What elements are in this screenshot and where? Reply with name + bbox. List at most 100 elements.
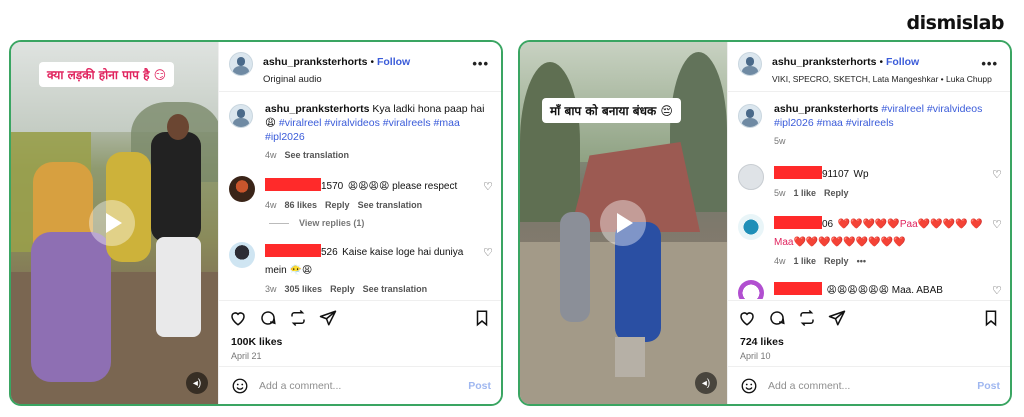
play-icon[interactable] (600, 200, 646, 246)
comment-icon[interactable] (768, 309, 786, 327)
post-caption: ashu_pranksterhorts #viralreel #viralvid… (728, 94, 1010, 146)
post-panel: ashu_pranksterhorts • Follow Original audi… (218, 42, 501, 404)
comment-text: 😩😩😩😩 please respect (347, 181, 458, 192)
avatar[interactable] (738, 104, 762, 128)
commenter-avatar[interactable] (229, 176, 255, 202)
video-thumbnail[interactable]: माँ बाप को बनाया बंधक 😔 ◂) (520, 42, 727, 404)
caption-hashtags[interactable]: #viralreel #viralvideos #viralreels #maa… (265, 117, 460, 143)
post-date: April 10 (740, 351, 771, 361)
comment-username-suffix: 1570 (321, 181, 344, 192)
caption-username[interactable]: ashu_pranksterhorts (774, 103, 878, 115)
more-options-icon[interactable]: ••• (981, 56, 998, 71)
reply-button[interactable]: Reply (330, 284, 355, 294)
emoji-icon[interactable] (740, 377, 758, 395)
comment: 526 Kaise kaise loge hai duniya mein 😶‍🌫… (219, 234, 501, 294)
video-thumbnail[interactable]: क्या लड़की होना पाप है 😏 ◂) (11, 42, 218, 404)
heart-icon[interactable]: ♡ (992, 170, 1002, 181)
author-username[interactable]: ashu_pranksterhorts (263, 56, 367, 68)
avatar[interactable] (738, 52, 762, 76)
audio-label[interactable]: VIKI, SPECRO, SKETCH, Lata Mangeshkar • … (772, 74, 998, 84)
reply-button[interactable]: Reply (824, 188, 849, 198)
comment-input[interactable]: Add a comment... (259, 380, 341, 392)
separator: • (879, 57, 883, 68)
comment-likes[interactable]: 1 like (794, 256, 817, 266)
heart-icon[interactable]: ♡ (992, 286, 1002, 297)
avatar[interactable] (229, 104, 253, 128)
redacted-username (774, 166, 822, 180)
likes-count[interactable]: 100K likes (231, 336, 282, 348)
post-button[interactable]: Post (977, 380, 1000, 392)
comment-icon[interactable] (259, 309, 277, 327)
follow-button[interactable]: Follow (886, 56, 919, 68)
brand-logo: dismislab (906, 12, 1005, 34)
heart-icon[interactable]: ♡ (992, 220, 1002, 231)
comments-feed[interactable]: ashu_pranksterhorts #viralreel #viralvid… (728, 94, 1010, 299)
author-username[interactable]: ashu_pranksterhorts (772, 56, 876, 68)
comment-time: 5w (774, 188, 786, 198)
add-comment-bar: Add a comment... Post (728, 366, 1010, 404)
comment-text: Wp (853, 169, 869, 180)
commenter-avatar[interactable] (738, 280, 764, 299)
post-time: 4w (265, 150, 277, 160)
redacted-username (265, 178, 321, 192)
post-card-1: क्या लड़की होना पाप है 😏 ◂) ashu_prankst… (9, 40, 503, 406)
action-bar (219, 300, 501, 330)
video-caption: क्या लड़की होना पाप है 😏 (39, 62, 175, 87)
audio-label[interactable]: Original audio (263, 74, 489, 85)
see-translation-link[interactable]: See translation (285, 150, 350, 160)
reply-button[interactable]: Reply (824, 256, 849, 266)
like-icon[interactable] (229, 309, 247, 327)
post-card-2: माँ बाप को बनाया बंधक 😔 ◂) ashu_prankste… (518, 40, 1012, 406)
commenter-avatar[interactable] (738, 164, 764, 190)
separator: • (370, 57, 374, 68)
comment-input[interactable]: Add a comment... (768, 380, 850, 392)
see-translation-link[interactable]: See translation (363, 284, 428, 294)
play-icon[interactable] (89, 200, 135, 246)
post-caption: ashu_pranksterhorts Kya ladki hona paap … (219, 94, 501, 160)
comments-feed[interactable]: ashu_pranksterhorts Kya ladki hona paap … (219, 94, 501, 299)
view-replies[interactable]: View replies (1) (269, 218, 501, 228)
redacted-username (774, 282, 822, 296)
comment-likes[interactable]: 1 like (794, 188, 817, 198)
repost-icon[interactable] (289, 309, 307, 327)
post-header: ashu_pranksterhorts • Follow VIKI, SPECRO,… (728, 42, 1010, 92)
redacted-username (774, 216, 822, 230)
action-bar (728, 300, 1010, 330)
post-date: April 21 (231, 351, 262, 361)
heart-icon[interactable]: ♡ (483, 248, 493, 259)
comment: 😩😩😩😩😩😩 Maa. ABAB ♡ (728, 272, 1010, 299)
like-icon[interactable] (738, 309, 756, 327)
share-icon[interactable] (828, 309, 846, 327)
sound-icon[interactable]: ◂) (186, 372, 208, 394)
heart-icon[interactable]: ♡ (483, 182, 493, 193)
comment-text: 😩😩😩😩😩😩 Maa. ABAB (826, 285, 943, 296)
share-icon[interactable] (319, 309, 337, 327)
emoji-icon[interactable] (231, 377, 249, 395)
comment-time: 4w (265, 200, 277, 210)
follow-button[interactable]: Follow (377, 56, 410, 68)
commenter-avatar[interactable] (738, 214, 764, 240)
sound-icon[interactable]: ◂) (695, 372, 717, 394)
avatar[interactable] (229, 52, 253, 76)
comment: 1570 😩😩😩😩 please respect 4w 86 likes Reply… (219, 168, 501, 210)
comment-likes[interactable]: 86 likes (285, 200, 318, 210)
more-options-icon[interactable]: ••• (857, 256, 866, 266)
post-button[interactable]: Post (468, 380, 491, 392)
comment-likes[interactable]: 305 likes (285, 284, 323, 294)
comment: 06 ❤️❤️❤️❤️❤️Paa❤️❤️❤️❤️ ❤️Maa❤️❤️❤️❤️❤️… (728, 206, 1010, 266)
see-translation-link[interactable]: See translation (358, 200, 423, 210)
save-icon[interactable] (982, 309, 1000, 327)
comment-username-suffix: 06 (822, 219, 834, 230)
more-options-icon[interactable]: ••• (472, 56, 489, 71)
redacted-username (265, 244, 321, 258)
comment-username-suffix: 526 (321, 247, 338, 258)
commenter-avatar[interactable] (229, 242, 255, 268)
save-icon[interactable] (473, 309, 491, 327)
post-panel: ashu_pranksterhorts • Follow VIKI, SPECRO,… (727, 42, 1010, 404)
video-caption: माँ बाप को बनाया बंधक 😔 (542, 98, 681, 123)
caption-username[interactable]: ashu_pranksterhorts (265, 103, 369, 115)
reply-button[interactable]: Reply (325, 200, 350, 210)
likes-count[interactable]: 724 likes (740, 336, 784, 348)
repost-icon[interactable] (798, 309, 816, 327)
add-comment-bar: Add a comment... Post (219, 366, 501, 404)
